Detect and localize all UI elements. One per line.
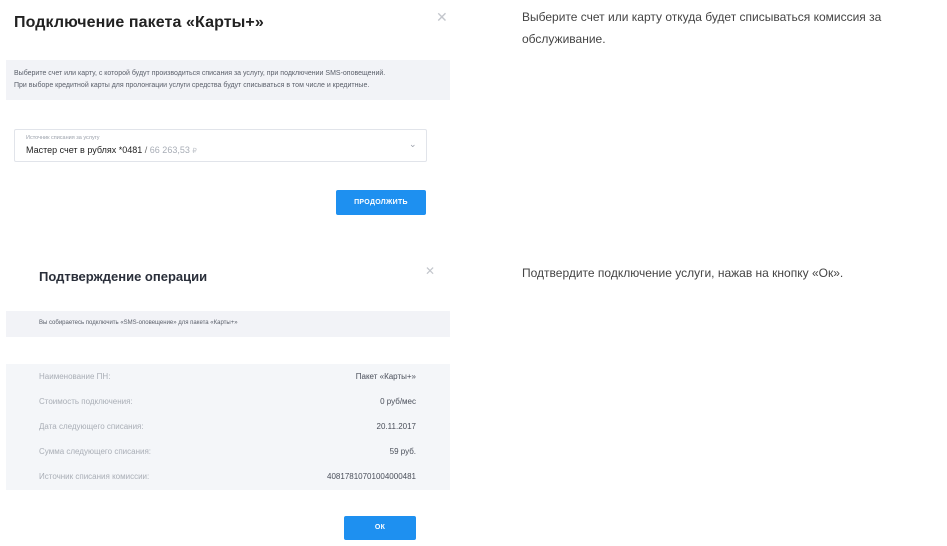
- detail-value: Пакет «Карты+»: [355, 372, 416, 381]
- separator: /: [144, 145, 148, 155]
- account-name: Мастер счет в рублях *0481: [26, 145, 143, 155]
- dialog1-info-box: Выберите счет или карту, с которой будут…: [6, 60, 450, 100]
- detail-label: Источник списания комиссии:: [39, 472, 150, 481]
- detail-value: 0 руб/мес: [380, 397, 416, 406]
- detail-value: 20.11.2017: [376, 422, 416, 431]
- account-select[interactable]: Источник списания за услугу Мастер счет …: [14, 129, 427, 162]
- account-select-value: Мастер счет в рублях *0481 / 66 263,53 ₽: [26, 145, 197, 155]
- currency-sign: ₽: [192, 148, 197, 155]
- close-icon[interactable]: ✕: [425, 264, 435, 278]
- detail-label: Дата следующего списания:: [39, 422, 144, 431]
- dialog1-info-line2: При выборе кредитной карты для пролонгац…: [14, 82, 370, 89]
- operation-details: Наименование ПН: Пакет «Карты+» Стоимост…: [6, 364, 450, 490]
- chevron-down-icon[interactable]: ⌄: [409, 139, 417, 150]
- ok-button[interactable]: ОК: [344, 516, 416, 540]
- account-balance: 66 263,53: [149, 145, 190, 155]
- account-select-caption: Источник списания за услугу: [26, 135, 100, 141]
- dialog2-info-box: Вы собираетесь подключить «SMS-оповещени…: [6, 311, 450, 337]
- detail-label: Наименование ПН:: [39, 372, 111, 381]
- detail-value: 59 руб.: [389, 447, 416, 456]
- detail-value: 40817810701004000481: [327, 472, 416, 481]
- continue-button[interactable]: ПРОДОЛЖИТЬ: [336, 190, 426, 215]
- detail-label: Стоимость подключения:: [39, 397, 133, 406]
- instruction-step2: Подтвердите подключение услуги, нажав на…: [522, 266, 844, 280]
- instruction-step1: Выберите счет или карту откуда будет спи…: [522, 10, 882, 46]
- dialog2-title: Подтверждение операции: [39, 269, 208, 284]
- dialog1-title: Подключение пакета «Карты+»: [14, 14, 264, 31]
- detail-label: Сумма следующего списания:: [39, 447, 152, 456]
- close-icon[interactable]: ✕: [436, 9, 448, 26]
- dialog2-info-text: Вы собираетесь подключить «SMS-оповещени…: [39, 320, 238, 326]
- dialog1-info-line1: Выберите счет или карту, с которой будут…: [14, 70, 386, 77]
